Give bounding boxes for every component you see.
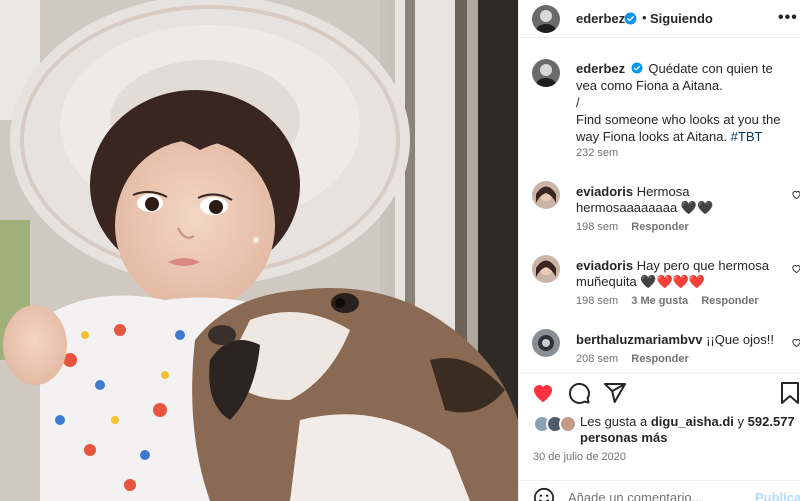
likes-prefix: Les gusta a xyxy=(580,414,648,429)
caption-timestamp[interactable]: 232 sem xyxy=(576,147,618,159)
caption-username[interactable]: ederbez xyxy=(576,61,625,76)
comment-like-icon[interactable] xyxy=(791,262,800,277)
comment-emoji: 🖤❤️❤️❤️ xyxy=(640,274,706,289)
likes-summary: Les gusta a digu_aisha.di y 592.577 pers… xyxy=(533,414,795,446)
bookmark-icon[interactable] xyxy=(779,381,800,408)
post-actions: Les gusta a digu_aisha.di y 592.577 pers… xyxy=(519,372,800,480)
author-avatar[interactable] xyxy=(532,5,560,33)
publish-button[interactable]: Publicar xyxy=(755,490,800,501)
emoji-icon[interactable] xyxy=(533,487,555,501)
likes-count[interactable]: 592.577 xyxy=(748,414,795,429)
hashtag-link[interactable]: #TBT xyxy=(731,129,763,144)
post-image[interactable] xyxy=(0,0,518,501)
comment-likes-count[interactable]: 3 Me gusta xyxy=(631,295,688,307)
caption-text: ederbez Quédate con quien te vea como Fi… xyxy=(576,60,794,145)
post-header: ederbez • Siguiendo ••• xyxy=(519,0,800,38)
reply-button[interactable]: Responder xyxy=(701,295,758,307)
commenter-avatar[interactable] xyxy=(532,255,560,283)
caption-avatar[interactable] xyxy=(532,59,560,87)
more-options-button[interactable]: ••• xyxy=(778,9,798,27)
caption-line-slash: / xyxy=(576,95,580,110)
post-side-panel: ederbez • Siguiendo ••• ederbez Quédate … xyxy=(518,0,800,501)
post-photo xyxy=(0,0,518,501)
comment-like-icon[interactable] xyxy=(791,188,800,203)
following-button[interactable]: Siguiendo xyxy=(650,11,713,26)
verified-badge-icon xyxy=(631,62,643,74)
likes-suffix[interactable]: personas más xyxy=(580,430,667,445)
comment-time[interactable]: 198 sem xyxy=(576,295,618,307)
liker-username[interactable]: digu_aisha.di xyxy=(651,414,734,429)
reply-button[interactable]: Responder xyxy=(631,221,688,233)
comment-username[interactable]: berthaluzmariambvv xyxy=(576,332,702,347)
comment-text: berthaluzmariambvv ¡¡Que ojos!! xyxy=(576,332,788,348)
comment-like-icon[interactable] xyxy=(791,336,800,351)
comment-body: ¡¡Que ojos!! xyxy=(706,332,774,347)
comment-time[interactable]: 208 sem xyxy=(576,353,618,365)
verified-badge-icon xyxy=(624,12,637,28)
post-date[interactable]: 30 de julio de 2020 xyxy=(533,451,626,463)
share-icon[interactable] xyxy=(603,381,627,408)
comment-username[interactable]: eviadoris xyxy=(576,258,633,273)
comment-username[interactable]: eviadoris xyxy=(576,184,633,199)
comment-meta: 198 sem Responder xyxy=(576,221,699,233)
liker-avatar xyxy=(559,415,577,433)
comment-time[interactable]: 198 sem xyxy=(576,221,618,233)
add-comment-bar: Añade un comentario... Publicar xyxy=(519,480,800,501)
commenter-avatar[interactable] xyxy=(532,181,560,209)
commenter-avatar[interactable] xyxy=(532,329,560,357)
comment-text: eviadoris Hermosa hermosaaaaaaaa 🖤🖤 xyxy=(576,184,788,216)
comment-icon[interactable] xyxy=(567,381,591,408)
comment-emoji: 🖤🖤 xyxy=(680,200,714,215)
liker-avatars[interactable] xyxy=(533,415,581,433)
comment-input[interactable]: Añade un comentario... xyxy=(568,490,702,501)
comment-meta: 208 sem Responder xyxy=(576,353,699,365)
author-username[interactable]: ederbez xyxy=(576,11,625,26)
heart-filled-icon[interactable] xyxy=(531,381,555,408)
reply-button[interactable]: Responder xyxy=(631,353,688,365)
comment-meta: 198 sem 3 Me gusta Responder xyxy=(576,295,769,307)
comment-text: eviadoris Hay pero que hermosa muñequita… xyxy=(576,258,788,290)
header-separator: • xyxy=(642,10,647,25)
likes-joiner: y xyxy=(737,414,745,429)
